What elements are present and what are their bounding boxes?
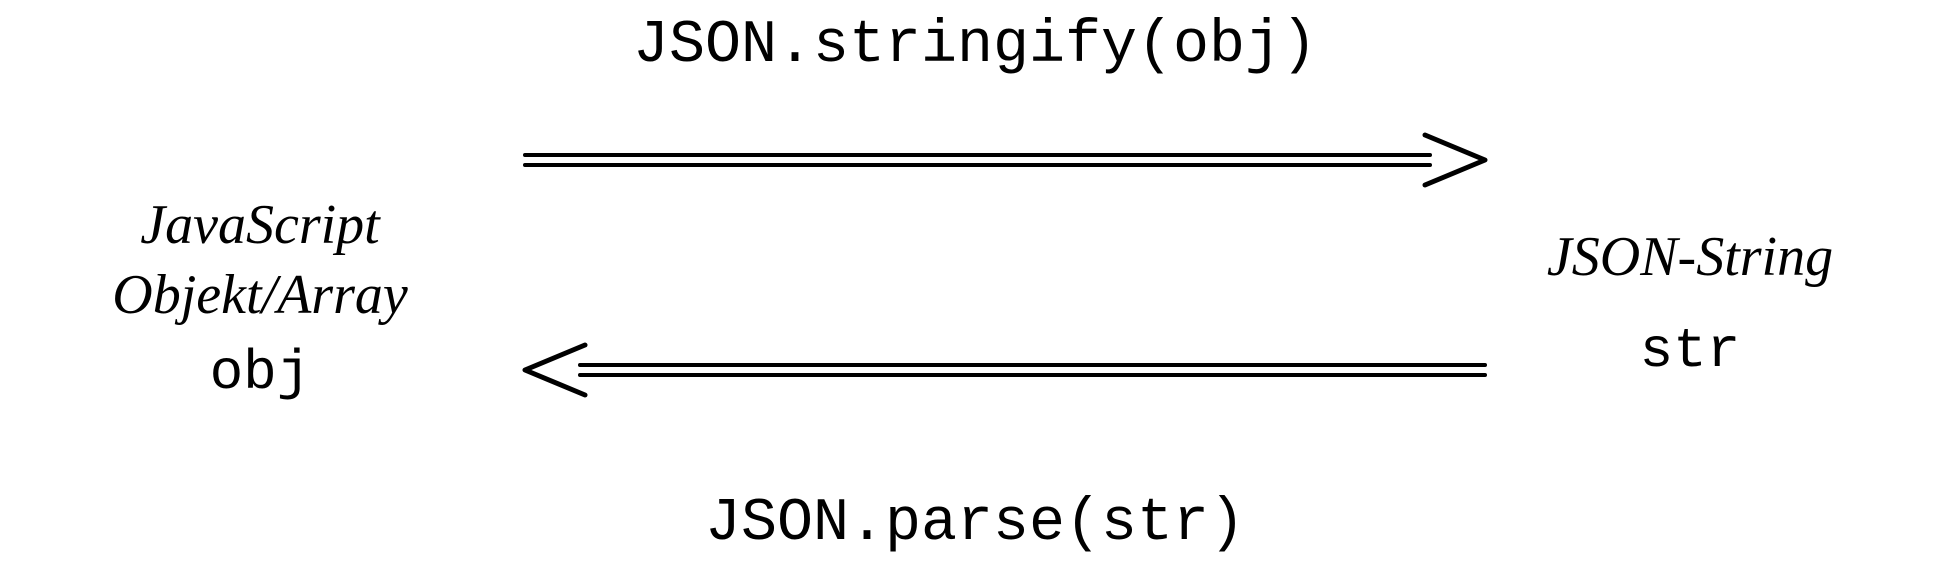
left-line2: Objekt/Array [40, 260, 480, 330]
parse-label: JSON.parse(str) [0, 490, 1950, 558]
right-line2: str [1490, 314, 1890, 390]
right-node: JSON-String str [1490, 220, 1890, 389]
left-line3: obj [40, 338, 480, 408]
left-node: JavaScript Objekt/Array obj [40, 190, 480, 408]
arrow-left-icon [520, 340, 1490, 400]
arrow-right-icon [520, 130, 1490, 190]
stringify-label: JSON.stringify(obj) [0, 12, 1950, 80]
right-line1: JSON-String [1490, 220, 1890, 296]
left-line1: JavaScript [40, 190, 480, 260]
